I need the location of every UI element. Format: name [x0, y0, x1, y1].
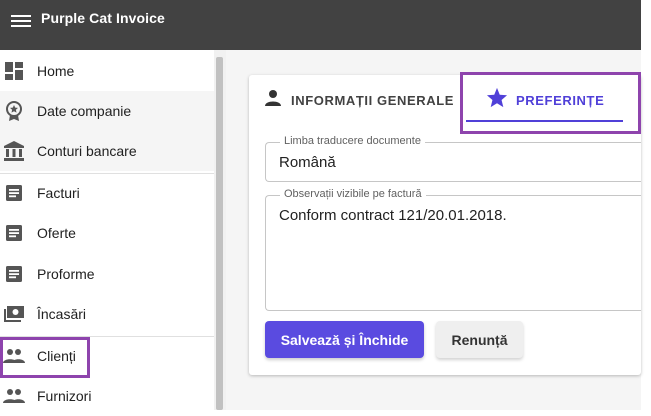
app-title: Purple Cat Invoice [41, 10, 165, 26]
sidebar-item-home[interactable]: Home [0, 51, 214, 91]
sidebar-item-clienti[interactable]: Clienți [0, 336, 214, 376]
people-icon [3, 345, 25, 367]
tab-label: INFORMAȚII GENERALE [291, 92, 455, 108]
sidebar-item-date-companie[interactable]: Date companie [0, 91, 214, 131]
sidebar-item-label: Conturi bancare [37, 143, 137, 159]
save-and-close-button[interactable]: Salvează și Închide [265, 321, 424, 358]
sidebar-item-incasari[interactable]: Încasări [0, 294, 214, 334]
tab-label: PREFERINȚE [516, 92, 605, 108]
award-badge-icon [3, 100, 25, 122]
sidebar-item-proforme[interactable]: Proforme [0, 254, 214, 294]
document-icon [3, 182, 25, 204]
document-icon [3, 263, 25, 285]
sidebar-item-label: Încasări [37, 306, 87, 322]
sidebar-item-facturi[interactable]: Facturi [0, 173, 214, 213]
active-tab-indicator [466, 120, 623, 122]
language-field-value: Română [279, 154, 336, 171]
hamburger-menu-icon[interactable] [11, 12, 31, 30]
document-icon [3, 222, 25, 244]
tab-informatii-generale[interactable]: INFORMAȚII GENERALE [263, 85, 454, 115]
sidebar-scrollbar-thumb[interactable] [216, 57, 223, 410]
people-icon [3, 385, 25, 407]
sidebar-item-oferte[interactable]: Oferte [0, 213, 214, 253]
sidebar-item-label: Clienți [37, 348, 76, 364]
star-icon [486, 87, 508, 113]
sidebar-item-conturi-bancare[interactable]: Conturi bancare [0, 131, 214, 171]
sidebar-item-label: Date companie [37, 103, 132, 119]
language-field[interactable]: Limba traducere documente Română [265, 135, 641, 182]
sidebar-item-label: Home [37, 63, 75, 79]
cancel-button[interactable]: Renunță [436, 321, 523, 358]
language-field-label: Limba traducere documente [280, 135, 425, 147]
tab-preferinte[interactable]: PREFERINȚE [486, 85, 604, 115]
observations-field-label: Observații vizibile pe factură [280, 188, 426, 200]
sidebar-item-label: Facturi [37, 185, 80, 201]
dashboard-icon [3, 60, 25, 82]
person-icon [263, 89, 283, 112]
right-gutter [641, 0, 651, 410]
app-header: Purple Cat Invoice [0, 0, 641, 50]
sidebar-item-furnizori[interactable]: Furnizori [0, 376, 214, 416]
sidebar-item-label: Proforme [37, 266, 95, 282]
sidebar-item-label: Furnizori [37, 388, 92, 404]
sidebar-item-label: Oferte [37, 225, 76, 241]
observations-field[interactable]: Observații vizibile pe factură Conform c… [265, 188, 641, 311]
cash-icon [3, 303, 25, 325]
bank-icon [3, 140, 25, 162]
observations-field-value: Conform contract 121/20.01.2018. [279, 207, 507, 224]
